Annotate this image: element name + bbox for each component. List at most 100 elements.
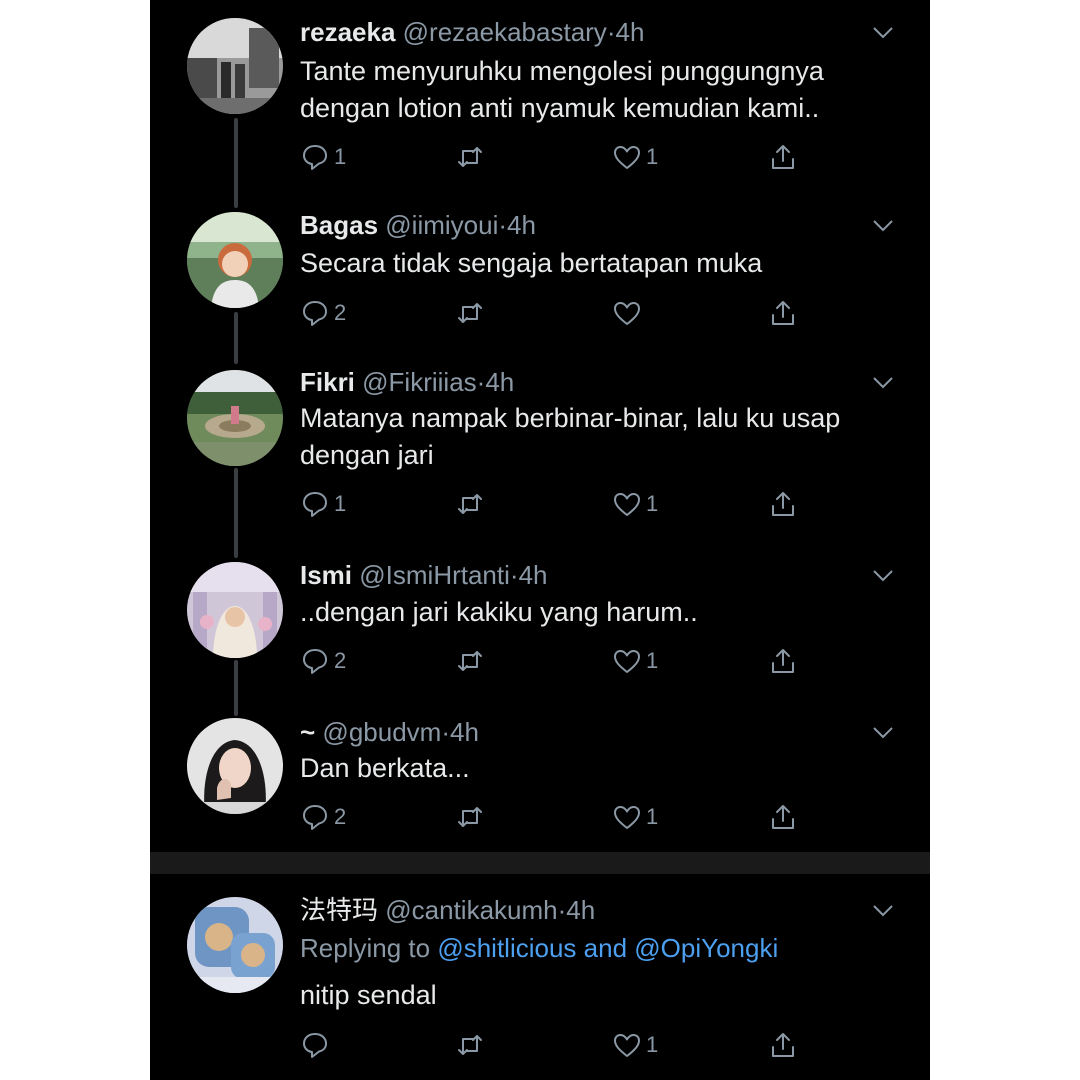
- display-name[interactable]: 法特玛: [300, 895, 378, 925]
- chevron-down-icon[interactable]: [872, 569, 894, 583]
- share-button[interactable]: [768, 1028, 798, 1062]
- timestamp[interactable]: 4h: [519, 560, 548, 590]
- avatar[interactable]: [187, 370, 283, 466]
- timestamp[interactable]: 4h: [507, 210, 536, 240]
- username[interactable]: @gbudvm: [322, 717, 441, 747]
- share-icon: [772, 649, 794, 673]
- display-name[interactable]: Ismi: [300, 560, 352, 590]
- tweet-header: rezaeka @rezaekabastary·4h: [300, 17, 644, 47]
- section-separator: [150, 852, 930, 874]
- username[interactable]: @cantikakumh: [385, 895, 557, 925]
- retweet-icon: [458, 807, 482, 827]
- reply-button[interactable]: 1: [300, 140, 346, 174]
- share-button[interactable]: [768, 800, 798, 834]
- reply-count: 2: [334, 804, 347, 829]
- timestamp[interactable]: 4h: [566, 895, 595, 925]
- avatar[interactable]: [187, 718, 283, 814]
- tweet[interactable]: Ismi @IsmiHrtanti·4h ..dengan jari kakik…: [150, 555, 930, 705]
- username[interactable]: @rezaekabastary: [403, 17, 607, 47]
- like-button[interactable]: 1: [612, 487, 658, 521]
- tweet-text-line: ..dengan jari kakiku yang harum..: [300, 597, 698, 627]
- tweet-text-line: Secara tidak sengaja bertatapan muka: [300, 248, 763, 278]
- tweet-header: 法特玛 @cantikakumh·4h: [300, 895, 595, 925]
- retweet-button[interactable]: [455, 140, 485, 174]
- tweet-header: Bagas @iimiyoui·4h: [300, 210, 536, 240]
- tweet[interactable]: Fikri @Fikriiias·4h Matanya nampak berbi…: [150, 360, 930, 540]
- username[interactable]: @IsmiHrtanti: [359, 560, 510, 590]
- separator-dot: ·: [441, 717, 450, 747]
- avatar[interactable]: [187, 562, 283, 658]
- reply-button[interactable]: [300, 1028, 334, 1062]
- chevron-down-icon[interactable]: [872, 904, 894, 918]
- retweet-button[interactable]: [455, 296, 485, 330]
- tweet-actions: 1 1: [300, 140, 794, 174]
- like-button[interactable]: 1: [612, 1028, 658, 1062]
- mention-link[interactable]: @OpiYongki: [634, 933, 778, 963]
- avatar[interactable]: [187, 897, 283, 993]
- reply-icon: [303, 649, 327, 674]
- reply-button[interactable]: 2: [300, 644, 346, 678]
- share-button[interactable]: [768, 487, 798, 521]
- display-name[interactable]: ~: [300, 717, 315, 747]
- display-name[interactable]: rezaeka: [300, 17, 395, 47]
- mention-conjunction[interactable]: and: [584, 933, 627, 963]
- reply-icon: [303, 805, 327, 830]
- chevron-down-icon[interactable]: [872, 726, 894, 740]
- mention-link[interactable]: @shitlicious: [437, 933, 576, 963]
- tweet-actions: 1 1: [300, 487, 794, 521]
- display-name[interactable]: Bagas: [300, 210, 378, 240]
- tweet-actions: 1: [300, 1028, 794, 1062]
- retweet-button[interactable]: [455, 487, 485, 521]
- tweet-header: Ismi @IsmiHrtanti·4h: [300, 560, 548, 590]
- share-icon: [772, 301, 794, 325]
- reply-icon: [303, 301, 327, 326]
- tweet-actions: 2 1: [300, 644, 794, 678]
- timestamp[interactable]: 4h: [615, 17, 644, 47]
- retweet-button[interactable]: [455, 1028, 485, 1062]
- reply-button[interactable]: 1: [300, 487, 346, 521]
- avatar[interactable]: [187, 212, 283, 308]
- avatar[interactable]: [187, 18, 283, 114]
- like-count: 1: [646, 648, 659, 673]
- like-button[interactable]: 1: [612, 644, 658, 678]
- reply-button[interactable]: 2: [300, 800, 346, 834]
- share-button[interactable]: [768, 140, 798, 174]
- like-button[interactable]: 1: [612, 800, 658, 834]
- timestamp[interactable]: 4h: [485, 367, 514, 397]
- like-icon: [614, 146, 640, 169]
- share-button[interactable]: [768, 296, 798, 330]
- tweet-text-line: Matanya nampak berbinar-binar, lalu ku u…: [300, 403, 841, 433]
- share-icon: [772, 805, 794, 829]
- like-icon: [614, 806, 640, 829]
- like-count: 1: [646, 491, 659, 516]
- retweet-icon: [458, 651, 482, 671]
- like-button[interactable]: 1: [612, 140, 658, 174]
- share-icon: [772, 492, 794, 516]
- like-count: 1: [646, 1032, 659, 1057]
- tweet[interactable]: ~ @gbudvm·4h Dan berkata... 2 1: [150, 712, 930, 852]
- tweet[interactable]: Bagas @iimiyoui·4h Secara tidak sengaja …: [150, 200, 930, 350]
- tweet-text: Tante menyuruhku mengolesi punggungnya d…: [300, 53, 890, 127]
- timestamp[interactable]: 4h: [450, 717, 479, 747]
- retweet-button[interactable]: [455, 644, 485, 678]
- chevron-down-icon[interactable]: [872, 26, 894, 40]
- tweet-header: Fikri @Fikriiias·4h: [300, 367, 514, 397]
- chevron-down-icon[interactable]: [872, 376, 894, 390]
- tweet[interactable]: rezaeka @rezaekabastary·4h Tante menyuru…: [150, 0, 930, 190]
- display-name[interactable]: Fikri: [300, 367, 355, 397]
- chevron-down-icon[interactable]: [872, 219, 894, 233]
- tweet-header: ~ @gbudvm·4h: [300, 717, 479, 747]
- reply-count: 1: [334, 491, 347, 516]
- tweet-text-line: Tante menyuruhku mengolesi punggungnya: [300, 56, 824, 86]
- username[interactable]: @Fikriiias: [362, 367, 477, 397]
- share-icon: [772, 145, 794, 169]
- reply-button[interactable]: 2: [300, 296, 346, 330]
- like-icon: [614, 650, 640, 673]
- like-button[interactable]: [612, 296, 646, 330]
- username[interactable]: @iimiyoui: [385, 210, 498, 240]
- retweet-button[interactable]: [455, 800, 485, 834]
- share-button[interactable]: [768, 644, 798, 678]
- replying-to-label: Replying to: [300, 933, 431, 963]
- reply-tweet[interactable]: 法特玛 @cantikakumh·4h Replying to @shitlic…: [150, 880, 930, 1080]
- retweet-icon: [458, 494, 482, 514]
